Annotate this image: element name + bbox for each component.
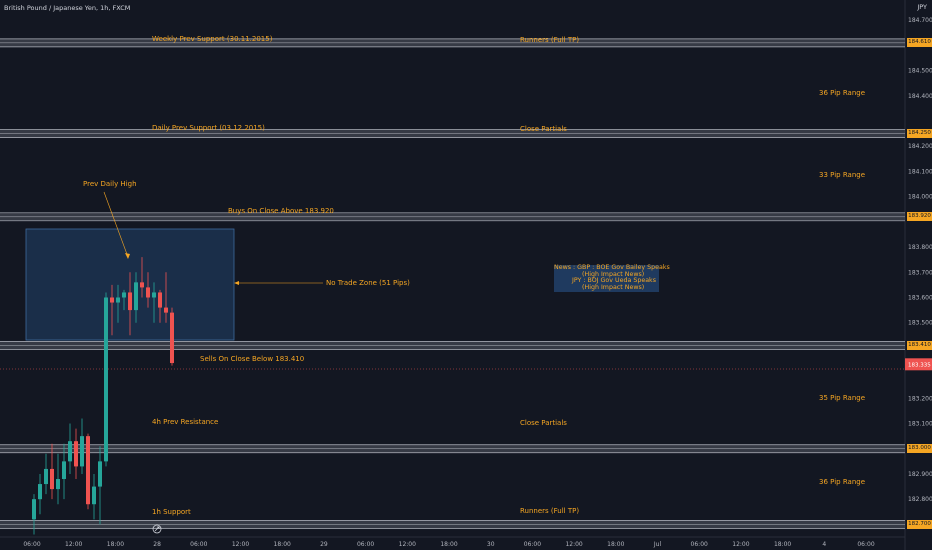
price-tick-label: 184.200 <box>908 143 932 150</box>
candle-body <box>56 479 60 490</box>
time-tick-label: 06:00 <box>23 541 40 548</box>
currency-label: JPY <box>917 3 927 11</box>
close-partials-top-label: Close Partials <box>520 125 567 133</box>
candle-body <box>44 468 48 485</box>
candle-body <box>38 484 42 500</box>
symbol-title[interactable]: British Pound / Japanese Yen, 1h, FXCM <box>4 4 130 12</box>
candle-body <box>122 292 126 298</box>
weekly-support-label: Weekly Prev Support (30.11.2015) <box>152 35 273 43</box>
price-level-tag: 183.920 <box>907 212 932 222</box>
time-tick-label: 18:00 <box>274 541 291 548</box>
candle-body <box>86 436 90 505</box>
candle-body <box>152 292 156 298</box>
time-tick-label: 4 <box>822 541 826 548</box>
resistance-4h-label: 4h Prev Resistance <box>152 418 219 426</box>
time-tick-label: 06:00 <box>857 541 874 548</box>
candle-body <box>164 307 168 313</box>
time-tick-label: 28 <box>153 541 161 548</box>
candle-body <box>50 468 54 490</box>
price-tick-label: 183.500 <box>908 320 932 327</box>
runners-top-label: Runners (Full TP) <box>520 36 580 44</box>
news-box[interactable]: News : GBP : BOE Gov Bailey Speaks (High… <box>554 264 670 292</box>
price-tick-label: 184.000 <box>908 194 932 201</box>
price-tick-label: 183.700 <box>908 269 932 276</box>
candle-body <box>104 297 108 462</box>
range-36-top-label: 36 Pip Range <box>819 89 865 97</box>
chart-canvas[interactable]: 184.700 184.500 184.400 184.200 184.100 184.0… <box>0 0 932 550</box>
price-tick-label: 183.200 <box>908 395 932 402</box>
time-tick-label: Jul <box>653 541 662 548</box>
time-tick-label: 06:00 <box>357 541 374 548</box>
price-tick-label: 184.100 <box>908 168 932 175</box>
buys-label: Buys On Close Above 183.920 <box>228 207 334 215</box>
price-level-tag: 183.410 <box>907 340 932 350</box>
no-trade-zone-label: No Trade Zone (51 Pips) <box>326 279 410 287</box>
candle-body <box>68 441 72 462</box>
time-tick-label: 29 <box>320 541 328 548</box>
candle-body <box>98 461 102 487</box>
candle-body <box>170 312 174 364</box>
price-tick-label: 183.600 <box>908 294 932 301</box>
candle-body <box>80 436 84 467</box>
price-level-tag: 183.000 <box>907 444 932 454</box>
price-tick-label: 183.100 <box>908 421 932 428</box>
time-tick-label: 12:00 <box>399 541 416 548</box>
close-partials-bottom-label: Close Partials <box>520 419 567 427</box>
time-tick-label: 18:00 <box>774 541 791 548</box>
price-tick-label: 184.400 <box>908 93 932 100</box>
price-level-tag: 184.610 <box>907 38 932 48</box>
price-level-tag: 184.250 <box>907 129 932 139</box>
runners-bottom-label: Runners (Full TP) <box>520 507 580 515</box>
daily-support-label: Daily Prev Support (03.12.2015) <box>152 124 265 132</box>
price-tick-label: 184.700 <box>908 17 932 24</box>
range-36-bottom-label: 36 Pip Range <box>819 478 865 486</box>
time-tick-label: 18:00 <box>107 541 124 548</box>
price-tick-label: 182.900 <box>908 471 932 478</box>
time-tick-label: 06:00 <box>524 541 541 548</box>
range-33-label: 33 Pip Range <box>819 171 865 179</box>
price-level-tag: 182.700 <box>907 519 932 529</box>
time-tick-label: 18:00 <box>607 541 624 548</box>
candle-body <box>62 461 66 480</box>
support-1h-label: 1h Support <box>152 508 191 516</box>
candle-body <box>116 297 120 303</box>
price-tick-label: 184.500 <box>908 68 932 75</box>
prev-daily-high-label: Prev Daily High <box>83 180 137 188</box>
candle-body <box>158 292 162 308</box>
current-price-label: 183.335 <box>908 362 931 368</box>
candle-body <box>92 486 96 505</box>
time-tick-label: 12:00 <box>65 541 82 548</box>
candle-body <box>128 292 132 311</box>
price-tick-label: 183.800 <box>908 244 932 251</box>
time-tick-label: 12:00 <box>732 541 749 548</box>
candle-body <box>74 441 78 467</box>
time-tick-label: 12:00 <box>232 541 249 548</box>
sells-label: Sells On Close Below 183.410 <box>200 355 305 363</box>
time-tick-label: 06:00 <box>691 541 708 548</box>
news-line-4: (High Impact News) <box>554 283 645 291</box>
range-35-label: 35 Pip Range <box>819 394 865 402</box>
price-tick-label: 182.800 <box>908 496 932 503</box>
time-tick-label: 18:00 <box>440 541 457 548</box>
candle-body <box>110 297 114 303</box>
time-tick-label: 30 <box>487 541 495 548</box>
time-tick-label: 06:00 <box>190 541 207 548</box>
candle-body <box>32 499 36 520</box>
candle-body <box>140 282 144 288</box>
time-tick-label: 12:00 <box>565 541 582 548</box>
candle-body <box>134 282 138 311</box>
candle-body <box>146 287 150 298</box>
